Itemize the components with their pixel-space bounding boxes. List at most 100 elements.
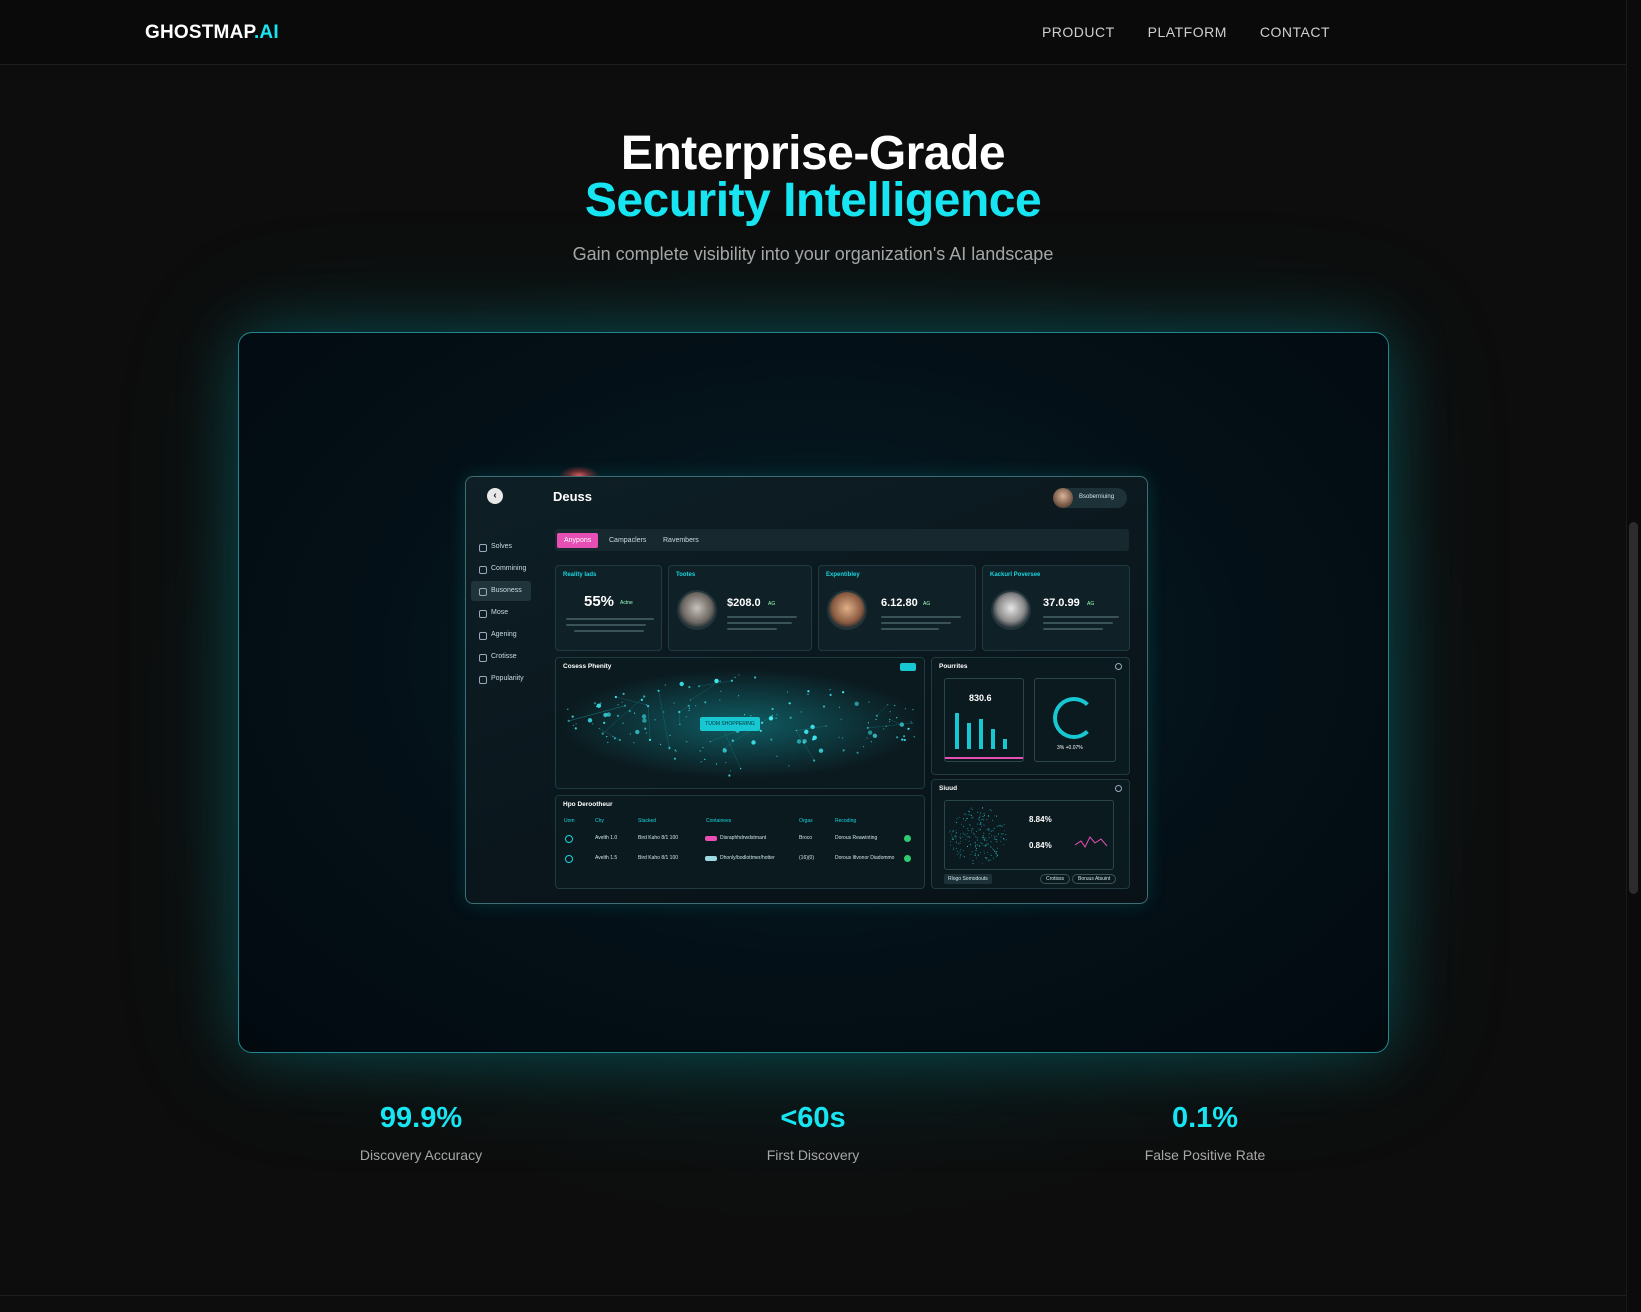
table-header: Uom <box>564 818 575 824</box>
sphere-particle <box>968 840 970 842</box>
bar <box>1003 739 1007 749</box>
sphere-particle <box>969 811 970 813</box>
sphere-particle <box>952 830 954 832</box>
kpi-card-title: Expentibley <box>826 572 860 578</box>
sphere-particle <box>953 838 955 840</box>
network-node <box>725 761 727 764</box>
network-node <box>776 755 778 757</box>
text-line <box>1043 616 1119 618</box>
network-node <box>804 729 809 734</box>
sphere-particle <box>982 843 984 845</box>
sphere-particle <box>992 857 994 859</box>
sphere-particle <box>971 851 973 853</box>
network-node <box>673 702 675 704</box>
sphere-particle <box>955 841 957 843</box>
sphere-particle <box>956 854 958 856</box>
kpi-card-title: Reality Iads <box>563 572 597 578</box>
kpi-card: Reality Iads 55% Actne <box>555 565 662 651</box>
sphere-particle <box>1005 834 1007 836</box>
sphere-particle <box>977 812 979 813</box>
network-node <box>788 702 791 705</box>
network-node <box>603 721 606 724</box>
tab-active: Anypons <box>557 533 599 548</box>
kpi-card-unit: AG <box>923 601 931 607</box>
sphere-particle <box>974 841 976 843</box>
stat-value: 0.1% <box>1171 1102 1239 1134</box>
nav-link-contact[interactable]: CONTACT <box>1260 24 1330 40</box>
sphere-particle <box>951 837 953 839</box>
sphere-particle <box>997 847 999 849</box>
sphere-particle <box>956 818 958 820</box>
stat-first-discovery: <60s First Discovery <box>663 1102 963 1163</box>
sphere-particle <box>960 853 962 855</box>
sphere-particle <box>979 813 981 815</box>
sphere-particle <box>987 843 989 845</box>
sphere-particle <box>971 817 973 819</box>
network-node <box>674 749 676 751</box>
sphere-particle <box>972 828 974 830</box>
sphere-particle <box>996 850 998 852</box>
sphere-particle <box>959 836 961 838</box>
table-row: Avelth 1.0 Bird Kaho 8/1 100 Disraphhdrw… <box>563 832 915 846</box>
network-node <box>738 695 740 697</box>
network-node <box>729 770 731 772</box>
settings-icon <box>1115 785 1122 792</box>
hero-title-line2: Security Intelligence <box>584 174 1042 227</box>
nav-link-platform[interactable]: PLATFORM <box>1148 24 1227 40</box>
sphere-particle <box>972 860 974 862</box>
kpi-card-unit: AG <box>768 601 776 607</box>
sphere-particle <box>976 857 978 859</box>
back-arrow-icon: ‹ <box>487 488 503 504</box>
sphere-particle <box>958 843 959 845</box>
bar <box>991 729 995 749</box>
network-node <box>875 718 877 721</box>
sphere-particle <box>953 848 955 850</box>
network-node <box>734 676 736 678</box>
logo-main: GHOSTMAP <box>145 22 254 43</box>
sphere-particle <box>962 850 964 852</box>
sphere-particle <box>950 830 951 832</box>
sidebar-item: Mose <box>471 603 531 623</box>
kpi-card: Tootes $208.0 AG <box>668 565 812 651</box>
table-cell: Broco <box>799 835 813 841</box>
sphere-particle <box>956 847 958 849</box>
sphere-particle <box>996 841 998 843</box>
sphere-particle <box>964 834 966 836</box>
sphere-particle <box>975 831 977 832</box>
sphere-particle <box>1006 839 1007 841</box>
sphere-particle <box>975 837 977 839</box>
sphere-particle <box>995 853 997 855</box>
nav-link-product[interactable]: PRODUCT <box>1042 24 1115 40</box>
brand-logo[interactable]: GHOSTMAP.AI <box>145 22 279 44</box>
network-node <box>618 738 621 742</box>
network-node <box>633 742 635 744</box>
network-node <box>699 750 701 752</box>
stat-false-positive-rate: 0.1% False Positive Rate <box>1055 1102 1355 1163</box>
network-node <box>654 719 656 721</box>
signal-panel-title: Siuud <box>939 785 958 792</box>
sphere-particle <box>955 822 957 824</box>
sphere-particle <box>990 841 992 843</box>
network-node <box>796 739 802 744</box>
network-node <box>675 750 677 752</box>
network-node <box>807 690 810 693</box>
sphere-particle <box>978 818 980 820</box>
sphere-particle <box>995 855 997 857</box>
network-node <box>642 718 647 723</box>
sphere-particle <box>982 815 984 817</box>
scrollbar[interactable] <box>1626 0 1641 1312</box>
network-node <box>704 701 707 704</box>
sphere-particle <box>1003 838 1005 840</box>
sphere-particle <box>996 825 998 827</box>
network-node <box>829 689 831 691</box>
sphere-particle <box>960 833 961 835</box>
network-node <box>669 734 671 736</box>
sphere-particle <box>993 835 995 837</box>
sphere-particle <box>974 853 976 855</box>
sphere-particle <box>996 815 998 817</box>
tab: Campaclers <box>609 537 647 544</box>
sphere-particle <box>977 836 979 838</box>
scrollbar-thumb[interactable] <box>1629 522 1638 894</box>
sphere-particle <box>1001 825 1003 827</box>
network-node <box>903 735 906 738</box>
